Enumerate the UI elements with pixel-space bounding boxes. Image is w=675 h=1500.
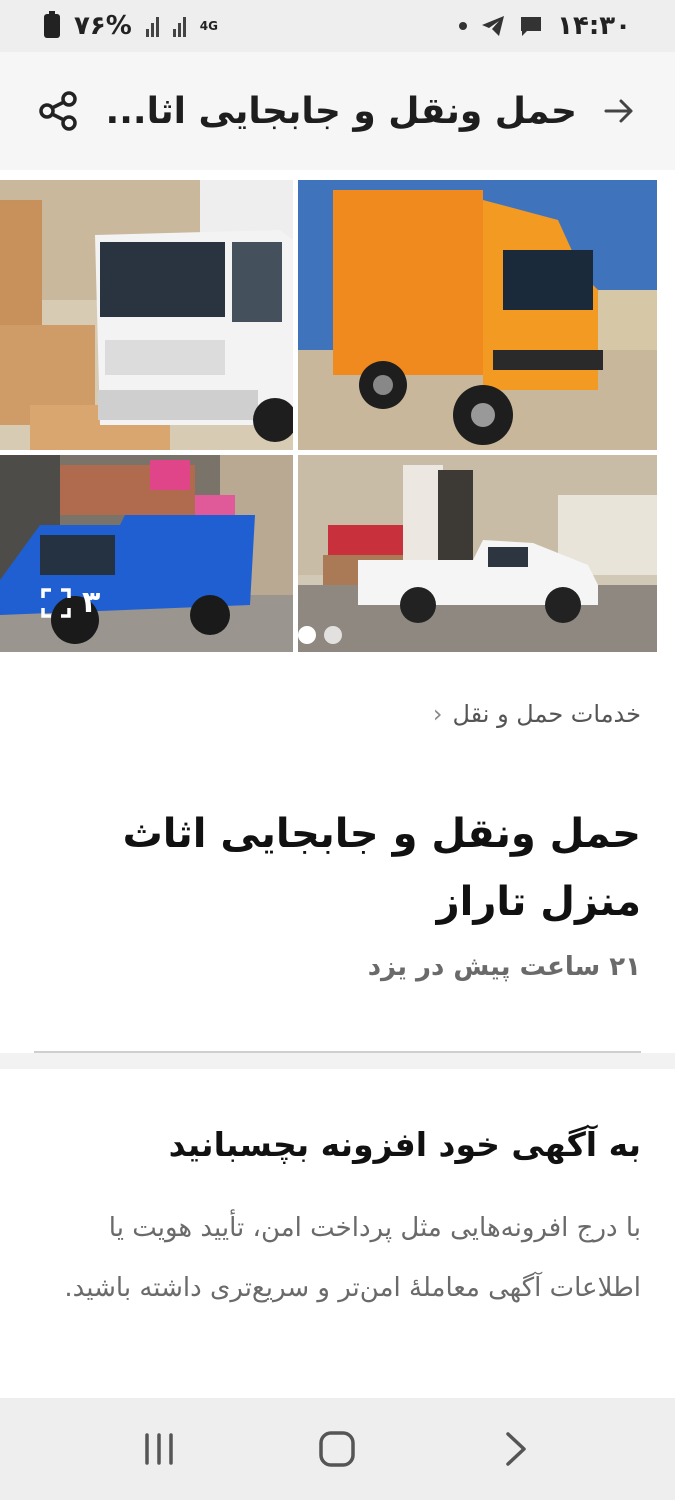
more-photos-badge[interactable]: ۳	[40, 585, 100, 620]
gallery-image[interactable]	[0, 455, 293, 652]
ad-title: حمل ونقل و جابجایی اثاث منزل تاراز	[122, 811, 641, 925]
blue-pickup-photo	[0, 455, 293, 652]
promo-section: به آگهی خود افزونه بچسبانید با درج افرون…	[0, 1125, 675, 1318]
orange-truck-photo	[298, 180, 657, 450]
battery-level: ۷۶%	[74, 11, 132, 41]
share-button[interactable]	[34, 87, 82, 135]
message-icon	[521, 17, 542, 36]
recent-apps-button[interactable]	[129, 1419, 189, 1479]
share-icon	[39, 91, 77, 131]
status-left: ۷۶% 4G	[44, 11, 218, 41]
page-title: حمل ونقل و جابجایی اثا...	[105, 90, 577, 132]
signal-icon	[145, 15, 159, 37]
gallery-pagination	[298, 626, 342, 644]
home-button[interactable]	[307, 1419, 367, 1479]
gallery-image[interactable]	[0, 180, 293, 450]
signal-icon	[172, 15, 186, 37]
fullscreen-icon	[41, 587, 71, 618]
white-isuzu-truck-photo	[0, 180, 293, 450]
pagination-dot[interactable]	[298, 626, 316, 644]
ad-meta: ۲۱ ساعت پیش در یزد	[367, 952, 641, 982]
white-pickup-photo	[298, 455, 657, 652]
battery-icon	[44, 11, 60, 38]
image-gallery[interactable]: ۳	[0, 180, 657, 652]
status-bar: ۷۶% 4G ۱۴:۳۰	[0, 0, 675, 52]
status-right: ۱۴:۳۰	[459, 11, 631, 41]
recent-apps-icon	[145, 1433, 173, 1465]
back-button[interactable]	[597, 89, 641, 133]
network-type: 4G	[199, 18, 218, 33]
notification-dot-icon	[459, 22, 468, 30]
breadcrumb[interactable]: خدمات حمل و نقل ‹	[34, 690, 641, 738]
promo-title: به آگهی خود افزونه بچسبانید	[168, 1125, 641, 1164]
telegram-icon	[482, 16, 505, 36]
gallery-image[interactable]	[298, 180, 657, 450]
ad-details: خدمات حمل و نقل ‹ حمل ونقل و جابجایی اثا…	[0, 690, 675, 982]
home-icon	[319, 1431, 356, 1467]
chevron-left-icon: ‹	[432, 700, 443, 728]
pagination-dot[interactable]	[324, 626, 342, 644]
more-photos-count: ۳	[82, 585, 101, 620]
chevron-right-icon	[506, 1432, 526, 1466]
app-bar: حمل ونقل و جابجایی اثا...	[0, 52, 675, 170]
system-nav-bar	[0, 1398, 675, 1500]
section-separator	[0, 1053, 675, 1069]
clock: ۱۴:۳۰	[557, 11, 631, 41]
promo-text: با درج افرونه‌هایی مثل پرداخت امن، تأیید…	[64, 1213, 641, 1303]
gallery-image[interactable]	[298, 455, 657, 652]
back-nav-button[interactable]	[486, 1419, 546, 1479]
arrow-right-icon	[604, 99, 633, 123]
breadcrumb-label: خدمات حمل و نقل	[452, 700, 641, 728]
